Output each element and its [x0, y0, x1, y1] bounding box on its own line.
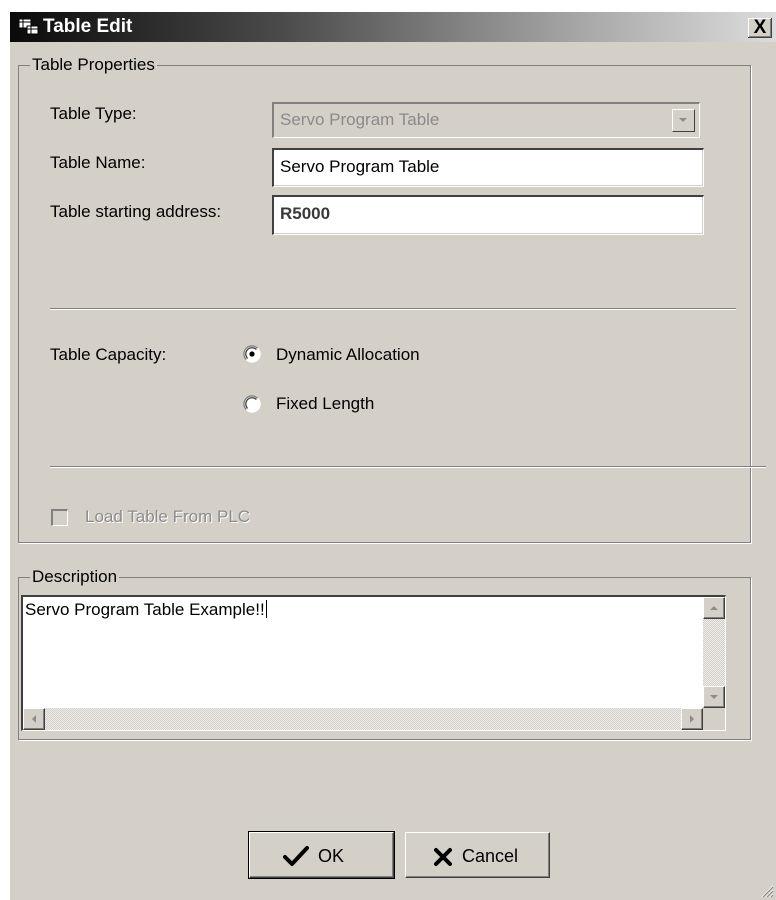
arrow-down-icon: [710, 695, 718, 699]
radio-fixed-length-label: Fixed Length: [276, 394, 375, 413]
scroll-right-button[interactable]: [681, 708, 703, 730]
table-type-label: Table Type:: [50, 104, 137, 123]
scroll-down-button[interactable]: [703, 686, 725, 708]
load-from-plc-checkbox[interactable]: [51, 509, 68, 526]
x-cancel-icon: [434, 848, 452, 866]
chevron-down-icon: [679, 118, 687, 122]
radio-selected-icon[interactable]: [243, 345, 261, 363]
start-address-input[interactable]: R5000: [272, 195, 704, 235]
table-type-dropdown-button[interactable]: [672, 109, 695, 132]
scroll-left-button[interactable]: [23, 708, 45, 730]
table-type-value: Servo Program Table: [280, 110, 440, 129]
radio-unselected-icon[interactable]: [243, 395, 261, 413]
table-name-label: Table Name:: [50, 153, 146, 172]
horizontal-scrollbar[interactable]: [23, 708, 703, 730]
table-type-combobox[interactable]: Servo Program Table: [272, 102, 700, 138]
start-address-label: Table starting address:: [50, 202, 222, 221]
close-icon: X: [753, 17, 767, 38]
start-address-value: R5000: [280, 204, 331, 223]
separator-upper: [50, 308, 736, 310]
radio-dynamic-allocation-label: Dynamic Allocation: [276, 345, 420, 364]
description-legend: Description: [30, 567, 120, 587]
table-name-value: Servo Program Table: [280, 157, 440, 176]
load-from-plc-label: Load Table From PLC: [85, 507, 251, 526]
description-text: Servo Program Table Example!!: [25, 600, 267, 619]
description-textarea[interactable]: Servo Program Table Example!!: [21, 595, 726, 731]
ok-button[interactable]: OK: [248, 831, 395, 879]
cancel-button[interactable]: Cancel: [405, 832, 550, 878]
ok-button-label: OK: [318, 846, 345, 866]
arrow-left-icon: [32, 715, 36, 723]
checkmark-icon: [283, 846, 309, 866]
scrollbar-corner: [703, 708, 725, 730]
title-bar[interactable]: Table Edit X: [10, 12, 776, 42]
table-name-input[interactable]: Servo Program Table: [272, 148, 704, 187]
table-edit-dialog: Table Edit X Table Properties Table Type…: [10, 12, 776, 900]
arrow-right-icon: [690, 715, 694, 723]
cancel-button-label: Cancel: [462, 846, 519, 866]
scroll-up-button[interactable]: [703, 597, 725, 619]
resize-grip-icon[interactable]: [760, 884, 774, 898]
close-button[interactable]: X: [748, 18, 772, 38]
separator-lower: [50, 466, 766, 468]
capacity-label: Table Capacity:: [50, 345, 167, 364]
window-title: Table Edit: [43, 16, 133, 37]
arrow-up-icon: [710, 606, 718, 610]
table-app-icon: [19, 19, 39, 35]
table-properties-legend: Table Properties: [30, 55, 157, 75]
